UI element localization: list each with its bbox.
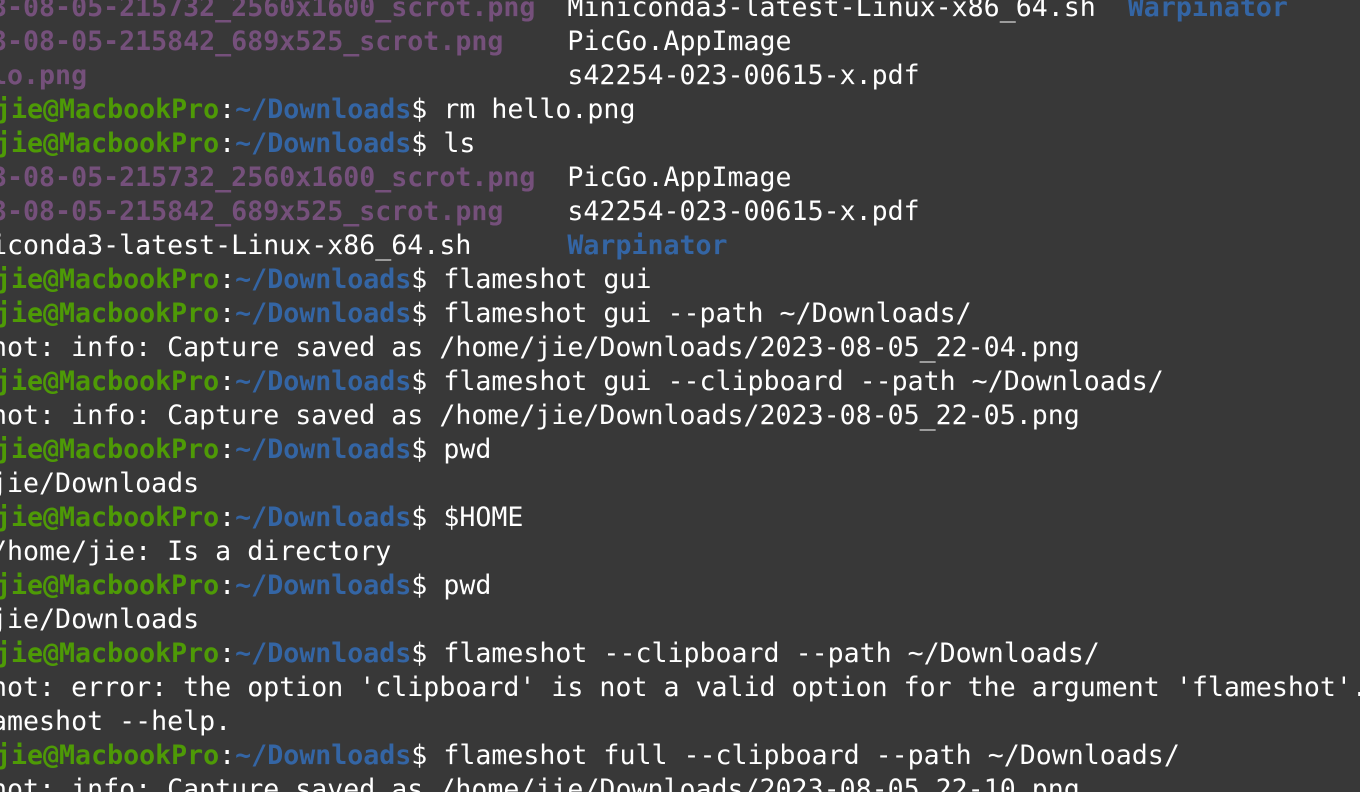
image-file-entry: hello.png	[0, 60, 568, 91]
ls-output-line: Miniconda3-latest-Linux-x86_64.sh Warpin…	[0, 229, 1360, 263]
prompt-colon: :	[219, 570, 236, 601]
prompt-colon: :	[219, 740, 236, 771]
prompt-path: ~/Downloads	[235, 264, 412, 295]
command-text: pwd	[443, 570, 492, 601]
output-line: flameshot: error: the option 'clipboard'…	[0, 671, 1360, 705]
prompt-path: ~/Downloads	[235, 434, 412, 465]
file-entry: s42254-023-00615-x.pdf	[567, 60, 920, 91]
command-text: $HOME	[443, 502, 524, 533]
output-text: /home/jie/Downloads	[0, 604, 200, 635]
prompt-line: jie@MacbookPro:~/Downloads$ pwd	[0, 569, 1360, 603]
output-line: flameshot: info: Capture saved as /home/…	[0, 331, 1360, 365]
output-text: flameshot: info: Capture saved as /home/…	[0, 332, 1080, 363]
prompt-dollar: $	[411, 298, 444, 329]
ls-output-line: 2023-08-05-215842_689x525_scrot.png s422…	[0, 195, 1360, 229]
directory-entry: Warpinator	[1127, 0, 1288, 23]
command-text: flameshot gui --clipboard --path ~/Downl…	[443, 366, 1164, 397]
prompt-user-host: jie@MacbookPro	[0, 638, 220, 669]
prompt-user-host: jie@MacbookPro	[0, 128, 220, 159]
output-line: /home/jie/Downloads	[0, 467, 1360, 501]
prompt-user-host: jie@MacbookPro	[0, 94, 220, 125]
prompt-colon: :	[219, 502, 236, 533]
output-text: flameshot: info: Capture saved as /home/…	[0, 774, 1080, 792]
ls-output-line: hello.png s42254-023-00615-x.pdf	[0, 59, 1360, 93]
prompt-path: ~/Downloads	[235, 570, 412, 601]
file-entry: PicGo.AppImage	[567, 162, 792, 193]
prompt-line: jie@MacbookPro:~/Downloads$ rm hello.png	[0, 93, 1360, 127]
prompt-line: jie@MacbookPro:~/Downloads$ flameshot --…	[0, 637, 1360, 671]
output-line: bash: /home/jie: Is a directory	[0, 535, 1360, 569]
prompt-path: ~/Downloads	[235, 128, 412, 159]
output-text: See 'flameshot --help.	[0, 706, 232, 737]
prompt-dollar: $	[411, 434, 444, 465]
prompt-line: jie@MacbookPro:~/Downloads$ flameshot gu…	[0, 263, 1360, 297]
prompt-user-host: jie@MacbookPro	[0, 366, 220, 397]
prompt-dollar: $	[411, 264, 444, 295]
prompt-dollar: $	[411, 366, 444, 397]
image-file-entry: 2023-08-05-215732_2560x1600_scrot.png	[0, 0, 568, 23]
prompt-colon: :	[219, 94, 236, 125]
image-file-entry: 2023-08-05-215842_689x525_scrot.png	[0, 196, 568, 227]
prompt-line: jie@MacbookPro:~/Downloads$ flameshot gu…	[0, 365, 1360, 399]
prompt-dollar: $	[411, 502, 444, 533]
output-line: flameshot: info: Capture saved as /home/…	[0, 399, 1360, 433]
output-text: flameshot: error: the option 'clipboard'…	[0, 672, 1360, 703]
output-line: See 'flameshot --help.	[0, 705, 1360, 739]
prompt-colon: :	[219, 128, 236, 159]
prompt-user-host: jie@MacbookPro	[0, 298, 220, 329]
terminal-window[interactable]: 2023-08-05-215732_2560x1600_scrot.png Mi…	[0, 0, 1360, 792]
prompt-colon: :	[219, 264, 236, 295]
ls-output-line: 2023-08-05-215732_2560x1600_scrot.png Pi…	[0, 161, 1360, 195]
ls-output-line: 2023-08-05-215842_689x525_scrot.png PicG…	[0, 25, 1360, 59]
prompt-path: ~/Downloads	[235, 740, 412, 771]
prompt-path: ~/Downloads	[235, 94, 412, 125]
prompt-dollar: $	[411, 94, 444, 125]
output-line: /home/jie/Downloads	[0, 603, 1360, 637]
prompt-user-host: jie@MacbookPro	[0, 434, 220, 465]
ls-output-line: 2023-08-05-215732_2560x1600_scrot.png Mi…	[0, 0, 1360, 25]
output-text: flameshot: info: Capture saved as /home/…	[0, 400, 1080, 431]
prompt-line: jie@MacbookPro:~/Downloads$ pwd	[0, 433, 1360, 467]
prompt-user-host: jie@MacbookPro	[0, 570, 220, 601]
file-entry: s42254-023-00615-x.pdf	[567, 196, 920, 227]
command-text: rm hello.png	[443, 94, 636, 125]
prompt-dollar: $	[411, 128, 444, 159]
command-text: ls	[443, 128, 476, 159]
image-file-entry: 2023-08-05-215842_689x525_scrot.png	[0, 26, 568, 57]
prompt-line: jie@MacbookPro:~/Downloads$ flameshot fu…	[0, 739, 1360, 773]
output-text: /home/jie/Downloads	[0, 468, 200, 499]
prompt-user-host: jie@MacbookPro	[0, 264, 220, 295]
command-text: flameshot gui --path ~/Downloads/	[443, 298, 972, 329]
prompt-dollar: $	[411, 638, 444, 669]
directory-entry: Warpinator	[567, 230, 728, 261]
prompt-user-host: jie@MacbookPro	[0, 502, 220, 533]
prompt-path: ~/Downloads	[235, 298, 412, 329]
prompt-dollar: $	[411, 740, 444, 771]
command-text: pwd	[443, 434, 492, 465]
terminal-output: 2023-08-05-215732_2560x1600_scrot.png Mi…	[0, 0, 1360, 792]
prompt-path: ~/Downloads	[235, 366, 412, 397]
output-text: bash: /home/jie: Is a directory	[0, 536, 392, 567]
prompt-line: jie@MacbookPro:~/Downloads$ $HOME	[0, 501, 1360, 535]
file-entry: Miniconda3-latest-Linux-x86_64.sh	[0, 230, 568, 261]
prompt-line: jie@MacbookPro:~/Downloads$ ls	[0, 127, 1360, 161]
prompt-user-host: jie@MacbookPro	[0, 740, 220, 771]
command-text: flameshot --clipboard --path ~/Downloads…	[443, 638, 1100, 669]
prompt-dollar: $	[411, 570, 444, 601]
prompt-colon: :	[219, 434, 236, 465]
command-text: flameshot gui	[443, 264, 652, 295]
prompt-line: jie@MacbookPro:~/Downloads$ flameshot gu…	[0, 297, 1360, 331]
prompt-colon: :	[219, 638, 236, 669]
command-text: flameshot full --clipboard --path ~/Down…	[443, 740, 1180, 771]
image-file-entry: 2023-08-05-215732_2560x1600_scrot.png	[0, 162, 568, 193]
prompt-colon: :	[219, 366, 236, 397]
file-entry: PicGo.AppImage	[567, 26, 792, 57]
prompt-path: ~/Downloads	[235, 638, 412, 669]
prompt-colon: :	[219, 298, 236, 329]
file-entry: Miniconda3-latest-Linux-x86_64.sh	[567, 0, 1128, 23]
output-line: flameshot: info: Capture saved as /home/…	[0, 773, 1360, 792]
prompt-path: ~/Downloads	[235, 502, 412, 533]
